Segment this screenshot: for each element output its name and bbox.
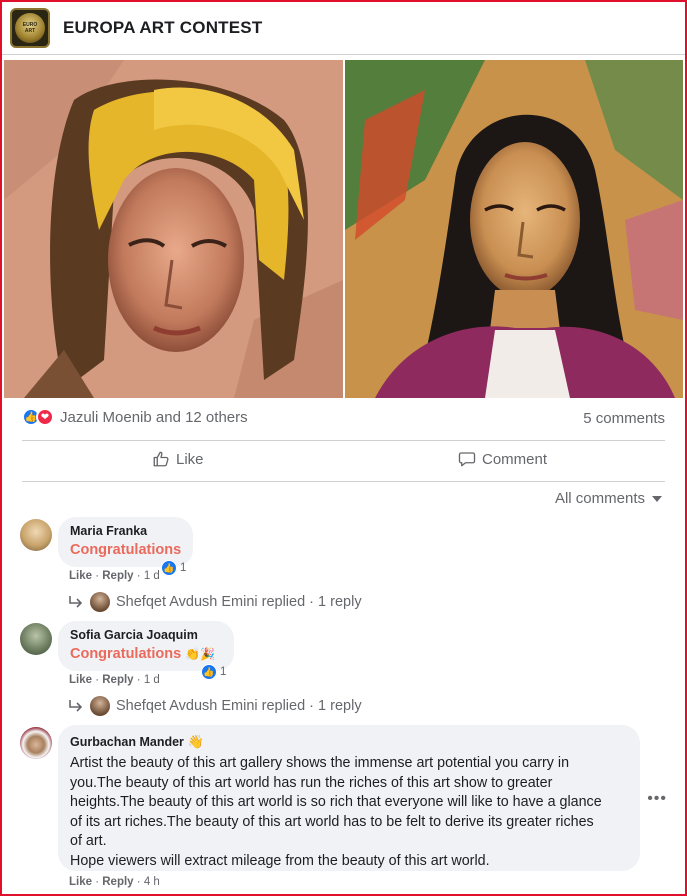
view-replies-link[interactable]: Shefqet Avdush Emini replied · 1 reply (68, 592, 362, 612)
page-logo[interactable]: EURO ART (10, 8, 50, 48)
comment-text: Congratulations (70, 542, 182, 558)
post-header: EURO ART EUROPA ART CONTEST (10, 8, 262, 48)
comment-reaction-badge[interactable]: 👍 1 (201, 664, 226, 680)
comment-like-link[interactable]: Like (69, 876, 92, 888)
reactors-text[interactable]: Jazuli Moenib and 12 others (60, 409, 248, 426)
replies-text: Shefqet Avdush Emini replied · 1 reply (116, 698, 362, 714)
divider (22, 440, 665, 441)
comment-time[interactable]: 1 d (144, 570, 160, 582)
comment-author[interactable]: Sofia Garcia Joaquim (70, 628, 222, 642)
like-button[interactable]: Like (152, 450, 204, 468)
comment-text-line: Artist the beauty of this art gallery sh… (70, 755, 570, 771)
avatar (90, 696, 110, 716)
header-divider (2, 54, 685, 55)
comment-meta: Like · Reply · 1 d (69, 570, 160, 582)
like-button-label: Like (176, 450, 204, 468)
comment-reply-link[interactable]: Reply (102, 674, 133, 686)
comment-reply-link[interactable]: Reply (102, 876, 133, 888)
painting-portrait-dark-hair-image (345, 60, 683, 398)
avatar[interactable] (20, 519, 52, 551)
comment-text-line: you.The beauty of this art world has run… (70, 774, 553, 791)
more-options-icon[interactable]: ••• (647, 790, 667, 808)
reply-arrow-icon (69, 700, 83, 712)
like-reaction-icon: 👍 (161, 560, 177, 576)
replies-text: Shefqet Avdush Emini replied · 1 reply (116, 594, 362, 610)
comment-sort-dropdown[interactable]: All comments (555, 490, 663, 507)
comment-text-line: heights.The beauty of this art world is … (70, 794, 602, 810)
divider (22, 481, 665, 482)
europa-art-contest-logo-icon: EURO ART (15, 13, 45, 43)
comment-reaction-count: 1 (220, 666, 227, 678)
comment-like-link[interactable]: Like (69, 570, 92, 582)
waving-hand-icon: 👋 (187, 734, 205, 749)
comment-time[interactable]: 4 h (144, 876, 160, 888)
celebration-emoji-icon: 👏🎉 (185, 647, 216, 661)
painting-portrait-yellow-hair-image (4, 60, 343, 398)
comment-bubble: Gurbachan Mander 👋 Artist the beauty of … (58, 725, 640, 871)
comment-author[interactable]: Maria Franka (70, 524, 181, 538)
comment-text-line: of art. (70, 833, 107, 849)
comment-text-content: Congratulations (70, 646, 182, 662)
reply-arrow-icon (69, 596, 83, 608)
reactions-summary[interactable]: 👍 ❤ Jazuli Moenib and 12 others (22, 408, 248, 426)
comment-sort-label: All comments (554, 490, 645, 507)
comment-author-row: Gurbachan Mander 👋 (70, 734, 628, 750)
comment-reaction-badge[interactable]: 👍 1 (161, 560, 186, 576)
painting-image-1[interactable] (4, 60, 343, 398)
love-reaction-icon: ❤ (36, 408, 54, 426)
comment-icon (458, 452, 476, 467)
comment-reaction-count: 1 (180, 562, 187, 574)
like-reaction-icon: 👍 (201, 664, 217, 680)
avatar (90, 592, 110, 612)
comment-text: Artist the beauty of this art gallery sh… (70, 754, 628, 871)
thumbs-up-icon (153, 451, 169, 467)
comment-text-line: Hope viewers will extract mileage from t… (70, 852, 490, 869)
avatar[interactable] (20, 727, 52, 759)
comment-button[interactable]: Comment (458, 450, 547, 468)
comment-time[interactable]: 1 d (144, 674, 160, 686)
comment-button-label: Comment (482, 450, 548, 468)
comment-text-line: of its art riches.The beauty of this art… (70, 813, 594, 830)
comment-meta: Like · Reply · 4 h (69, 876, 160, 888)
painting-image-2[interactable] (345, 60, 683, 398)
page-title[interactable]: EUROPA ART CONTEST (63, 18, 262, 38)
comment-meta: Like · Reply · 1 d (69, 674, 160, 686)
view-replies-link[interactable]: Shefqet Avdush Emini replied · 1 reply (68, 696, 362, 716)
comment-reply-link[interactable]: Reply (102, 570, 133, 582)
post-images (4, 60, 683, 398)
comment-like-link[interactable]: Like (69, 674, 92, 686)
caret-down-icon (652, 495, 662, 502)
avatar[interactable] (20, 623, 52, 655)
comment-text: Congratulations 👏🎉 (70, 646, 222, 662)
comment-author[interactable]: Gurbachan Mander (70, 735, 184, 749)
comment-count[interactable]: 5 comments (583, 410, 665, 427)
